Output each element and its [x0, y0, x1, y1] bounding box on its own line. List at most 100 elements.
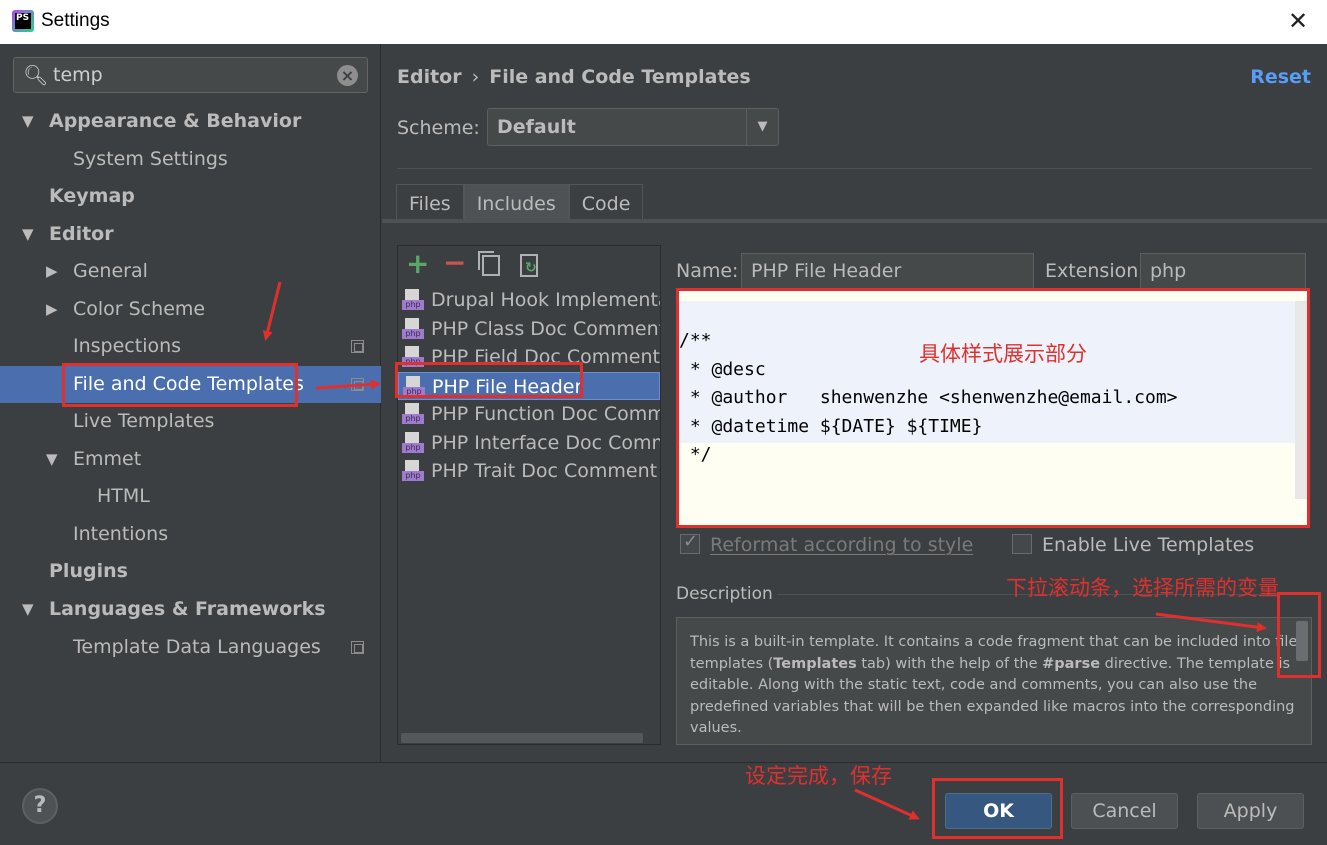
template-list-item[interactable]: php PHP Class Doc Comment [398, 315, 660, 343]
template-list-panel: + − php Drupal Hook Implementation php PHP … [397, 245, 661, 745]
template-label: Drupal Hook Implementation [431, 289, 660, 311]
tree-item[interactable]: ▼ Emmet [0, 441, 381, 478]
tree-item-label: Languages & Frameworks [49, 598, 326, 620]
search-icon: 🔍︎ [23, 63, 49, 87]
scheme-value: Default [497, 116, 576, 138]
project-level-icon [351, 641, 364, 654]
tree-item-label: Color Scheme [73, 298, 206, 320]
divider [397, 168, 1312, 169]
live-templates-checkbox[interactable] [1012, 534, 1032, 554]
tree-item[interactable]: System Settings [0, 141, 381, 178]
tree-item[interactable]: Live Templates [0, 403, 381, 440]
add-icon[interactable]: + [406, 247, 429, 280]
help-button[interactable]: ? [22, 788, 58, 824]
tab-includes[interactable]: Includes [463, 184, 569, 220]
template-list-item[interactable]: php Drupal Hook Implementation [398, 286, 660, 314]
tree-item[interactable]: ▶ General [0, 253, 381, 290]
expand-arrow-icon[interactable]: ▼ [22, 591, 34, 628]
annotation-scroll-note: 下拉滚动条，选择所需的变量 [1006, 576, 1279, 600]
close-icon[interactable]: ✕ [1285, 8, 1311, 34]
template-code-editor[interactable]: /** * @desc * @author shenwenzhe <shenwe… [676, 288, 1310, 528]
annotation-box-ok [932, 778, 1063, 839]
php-file-icon: php [402, 317, 424, 340]
tree-item[interactable]: Template Data Languages [0, 629, 381, 666]
template-tabs: Files Includes Code [396, 184, 644, 220]
search-input[interactable]: temp [53, 64, 103, 86]
tree-item[interactable]: Inspections [0, 328, 381, 365]
collapse-arrow-icon[interactable]: ▶ [46, 253, 58, 290]
tab-code[interactable]: Code [568, 184, 644, 220]
reformat-checkbox[interactable] [680, 531, 700, 554]
tree-item[interactable]: Keymap [0, 178, 381, 215]
project-level-icon [351, 340, 364, 353]
cancel-button[interactable]: Cancel [1071, 793, 1178, 829]
reset-to-default-icon[interactable] [520, 254, 538, 277]
template-list-item[interactable]: php PHP Trait Doc Comment [398, 457, 660, 485]
tree-item-label: Inspections [73, 335, 182, 357]
tree-item-label: System Settings [73, 148, 228, 170]
live-templates-option[interactable]: Enable Live Templates [1012, 534, 1254, 556]
remove-icon[interactable]: − [443, 246, 466, 279]
expand-arrow-icon[interactable]: ▼ [22, 103, 34, 140]
reset-link[interactable]: Reset [1250, 66, 1311, 88]
expand-arrow-icon[interactable]: ▼ [22, 216, 34, 253]
title-bar: PS Settings ✕ [0, 0, 1327, 44]
tree-item[interactable]: HTML [0, 478, 381, 515]
template-list-item[interactable]: php PHP Interface Doc Comment [398, 429, 660, 457]
tree-item-label: Live Templates [73, 410, 215, 432]
horizontal-scrollbar[interactable] [401, 733, 643, 743]
chevron-right-icon: › [471, 66, 480, 88]
extension-label: Extension: [1045, 260, 1145, 282]
tree-item-label: Keymap [49, 185, 135, 207]
breadcrumb-file-code-templates: File and Code Templates [489, 66, 751, 88]
tree-item-label: Appearance & Behavior [49, 110, 302, 132]
breadcrumb: Editor › File and Code Templates [397, 66, 751, 88]
tree-item[interactable]: Intentions [0, 516, 381, 553]
code-line: */ [679, 444, 712, 465]
tree-item[interactable]: ▼ Languages & Frameworks [0, 591, 381, 628]
tree-item[interactable]: ▼ Appearance & Behavior [0, 103, 381, 140]
code-line: * @author shenwenzhe <shenwenzhe@email.c… [679, 387, 1178, 408]
chevron-down-icon[interactable]: ▼ [746, 109, 778, 145]
project-level-icon [351, 378, 364, 391]
tree-item-label: Intentions [73, 523, 169, 545]
tree-item[interactable]: ▼ Editor [0, 216, 381, 253]
live-templates-label: Enable Live Templates [1042, 534, 1255, 556]
annotation-box-tree-item [62, 363, 298, 407]
clear-search-icon[interactable]: × [337, 65, 358, 86]
tree-item[interactable]: Plugins [0, 553, 381, 590]
phpstorm-logo-icon: PS [12, 10, 34, 32]
template-label: PHP Trait Doc Comment [431, 460, 658, 482]
breadcrumb-editor: Editor [397, 66, 462, 88]
description-text: This is a built-in template. It contains… [676, 617, 1312, 745]
search-field[interactable]: 🔍︎ temp × [13, 57, 368, 93]
extension-input[interactable]: php [1140, 253, 1306, 289]
description-label: Description [676, 584, 773, 604]
window-title: Settings [41, 10, 110, 31]
apply-button[interactable]: Apply [1197, 793, 1304, 829]
php-file-icon: php [402, 431, 424, 454]
php-file-icon: php [402, 460, 424, 482]
php-file-icon: php [402, 289, 424, 311]
scheme-dropdown[interactable]: Default ▼ [487, 108, 779, 146]
reformat-option[interactable]: Reformat according to style [680, 531, 973, 556]
tab-files[interactable]: Files [396, 184, 464, 220]
scheme-label: Scheme: [397, 117, 480, 139]
annotation-save-note: 设定完成，保存 [745, 764, 892, 788]
name-label: Name: [676, 260, 739, 282]
editor-scrollbar[interactable] [1295, 301, 1307, 499]
expand-arrow-icon[interactable]: ▼ [46, 441, 58, 478]
name-input[interactable]: PHP File Header [741, 253, 1034, 289]
template-list-item[interactable]: php PHP Function Doc Comment [398, 400, 660, 428]
settings-content: Editor › File and Code Templates Reset Sch… [382, 44, 1327, 762]
copy-icon[interactable] [478, 251, 500, 276]
tree-item-label: Plugins [49, 560, 128, 582]
dialog-footer: ? OK Cancel Apply [0, 762, 1327, 845]
tree-item-label: General [73, 260, 148, 282]
annotation-editor-note: 具体样式展示部分 [919, 342, 1087, 366]
collapse-arrow-icon[interactable]: ▶ [46, 291, 58, 328]
tree-item-label: Editor [49, 223, 114, 245]
tree-item[interactable]: ▶ Color Scheme [0, 291, 381, 328]
tree-item-label: Emmet [73, 448, 142, 470]
annotation-box-template [395, 362, 583, 398]
